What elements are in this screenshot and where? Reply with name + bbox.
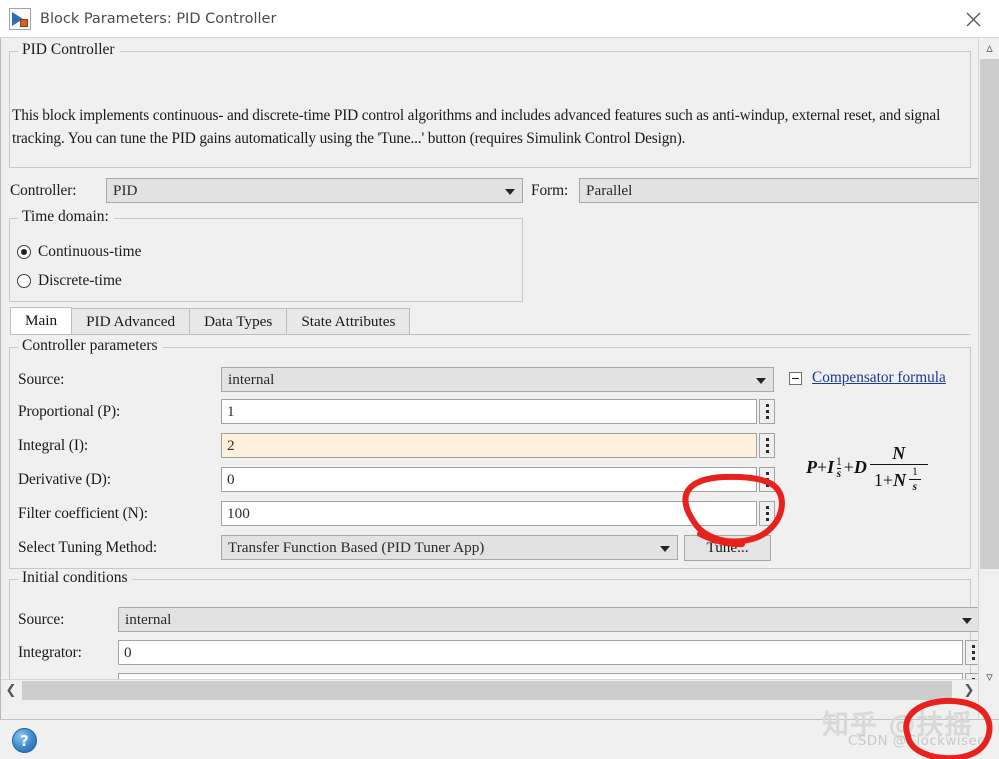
- collapse-toggle-icon[interactable]: [789, 371, 802, 385]
- ic-source-label: Source:: [18, 611, 65, 628]
- controller-label: Controller:: [10, 182, 77, 199]
- cp-integral-input[interactable]: 2: [221, 433, 757, 458]
- ic-source-select-value: internal: [125, 610, 172, 628]
- formula-term-d: D: [853, 456, 867, 477]
- cp-proportional-stepper[interactable]: [759, 399, 775, 424]
- cp-integral-value: 2: [227, 436, 235, 454]
- formula-plus-1: +: [817, 456, 828, 477]
- controller-select[interactable]: PID: [106, 178, 523, 203]
- formula-term-i: I: [827, 456, 835, 477]
- tab-data-types[interactable]: Data Types: [189, 308, 288, 334]
- cp-integral-stepper[interactable]: [759, 433, 775, 458]
- cp-derivative-input[interactable]: 0: [221, 467, 757, 492]
- cp-filter-coefficient-label: Filter coefficient (N):: [18, 505, 148, 522]
- scroll-left-icon[interactable]: ❮: [1, 680, 21, 700]
- formula-frac-1-s: 1s: [836, 455, 842, 481]
- tab-pid-advanced[interactable]: PID Advanced: [71, 308, 191, 334]
- radio-discrete-time-label: Discrete-time: [38, 272, 122, 289]
- horizontal-scrollbar[interactable]: ❮ ❯: [1, 679, 979, 700]
- cp-derivative-label: Derivative (D):: [18, 471, 111, 488]
- ic-integrator-stepper[interactable]: [965, 640, 979, 665]
- tab-main[interactable]: Main: [10, 307, 73, 334]
- form-field-value: Parallel: [586, 181, 633, 199]
- vertical-scroll-thumb[interactable]: [980, 59, 999, 569]
- horizontal-scroll-thumb[interactable]: [22, 681, 952, 700]
- cp-tuning-method-label: Select Tuning Method:: [18, 539, 157, 556]
- scroll-down-icon[interactable]: ▿: [979, 667, 999, 688]
- cp-tuning-method-select[interactable]: Transfer Function Based (PID Tuner App): [221, 535, 678, 560]
- cp-proportional-input[interactable]: 1: [221, 399, 757, 424]
- window-title: Block Parameters: PID Controller: [40, 10, 277, 27]
- chevron-down-icon: [505, 188, 515, 195]
- initial-conditions-legend: Initial conditions: [18, 569, 133, 587]
- radio-continuous-time-label: Continuous-time: [38, 243, 142, 260]
- cp-derivative-stepper[interactable]: [759, 467, 775, 492]
- compensator-formula-header: Compensator formula: [789, 369, 979, 387]
- help-circle-icon[interactable]: ?: [12, 728, 37, 753]
- compensator-formula: P+I 1 s +D N 1+ N 1 s: [806, 443, 931, 494]
- cp-proportional-label: Proportional (P):: [18, 403, 121, 420]
- simulink-block-icon: [9, 7, 31, 30]
- cp-source-select-value: internal: [228, 370, 275, 388]
- cp-integral-label: Integral (I):: [18, 437, 89, 454]
- ic-integrator-label: Integrator:: [18, 644, 82, 661]
- radio-indicator: [17, 245, 31, 259]
- scroll-right-icon[interactable]: ❯: [959, 680, 979, 700]
- block-parameters-dialog: Block Parameters: PID Controller PID Con…: [0, 0, 999, 759]
- cp-source-label: Source:: [18, 371, 65, 388]
- controller-select-value: PID: [113, 181, 138, 199]
- formula-term-p: P: [806, 456, 817, 477]
- tab-data-types-label: Data Types: [204, 312, 273, 330]
- form-field: Parallel: [579, 178, 979, 203]
- tab-main-label: Main: [25, 312, 58, 329]
- vertical-scrollbar[interactable]: ▵ ▿: [978, 38, 999, 719]
- scroll-up-icon[interactable]: ▵: [979, 38, 999, 59]
- dialog-body: PID Controller This block implements con…: [0, 38, 999, 719]
- cp-source-select[interactable]: internal: [221, 367, 774, 392]
- cp-filter-coefficient-stepper[interactable]: [759, 501, 775, 526]
- cp-filter-coefficient-input[interactable]: 100: [221, 501, 757, 526]
- radio-indicator: [17, 274, 31, 288]
- tab-state-attributes[interactable]: State Attributes: [286, 308, 411, 334]
- tab-state-attributes-label: State Attributes: [301, 312, 396, 330]
- description-group-legend: PID Controller: [18, 41, 120, 59]
- controller-parameters-legend: Controller parameters: [18, 337, 163, 355]
- cp-tuning-method-value: Transfer Function Based (PID Tuner App): [228, 538, 485, 556]
- close-icon[interactable]: [947, 0, 999, 38]
- cp-derivative-value: 0: [227, 470, 235, 488]
- ic-integrator-value: 0: [124, 643, 132, 661]
- ic-integrator-input[interactable]: 0: [118, 640, 963, 665]
- dialog-footer: ? OK Cancel Help Apply: [0, 719, 999, 759]
- time-domain-legend: Time domain:: [18, 208, 114, 226]
- chevron-down-icon: [962, 617, 972, 624]
- tab-pid-advanced-label: PID Advanced: [86, 312, 176, 330]
- scroll-content: PID Controller This block implements con…: [1, 38, 979, 700]
- compensator-formula-link[interactable]: Compensator formula: [812, 369, 946, 387]
- title-bar: Block Parameters: PID Controller: [0, 0, 999, 38]
- radio-continuous-time[interactable]: Continuous-time: [17, 243, 141, 261]
- cp-proportional-value: 1: [227, 402, 235, 420]
- tab-strip: Main PID Advanced Data Types State Attri…: [10, 307, 970, 335]
- radio-discrete-time[interactable]: Discrete-time: [17, 272, 122, 290]
- form-label: Form:: [531, 182, 569, 199]
- tune-button[interactable]: Tune...: [684, 535, 771, 561]
- formula-plus-2: +: [843, 456, 854, 477]
- chevron-down-icon: [756, 377, 766, 384]
- formula-filter-fraction: N 1+ N 1 s: [869, 443, 928, 494]
- description-text: This block implements continuous- and di…: [12, 107, 941, 147]
- ic-source-select[interactable]: internal: [118, 607, 979, 632]
- cp-filter-coefficient-value: 100: [227, 504, 250, 522]
- chevron-down-icon: [660, 545, 670, 552]
